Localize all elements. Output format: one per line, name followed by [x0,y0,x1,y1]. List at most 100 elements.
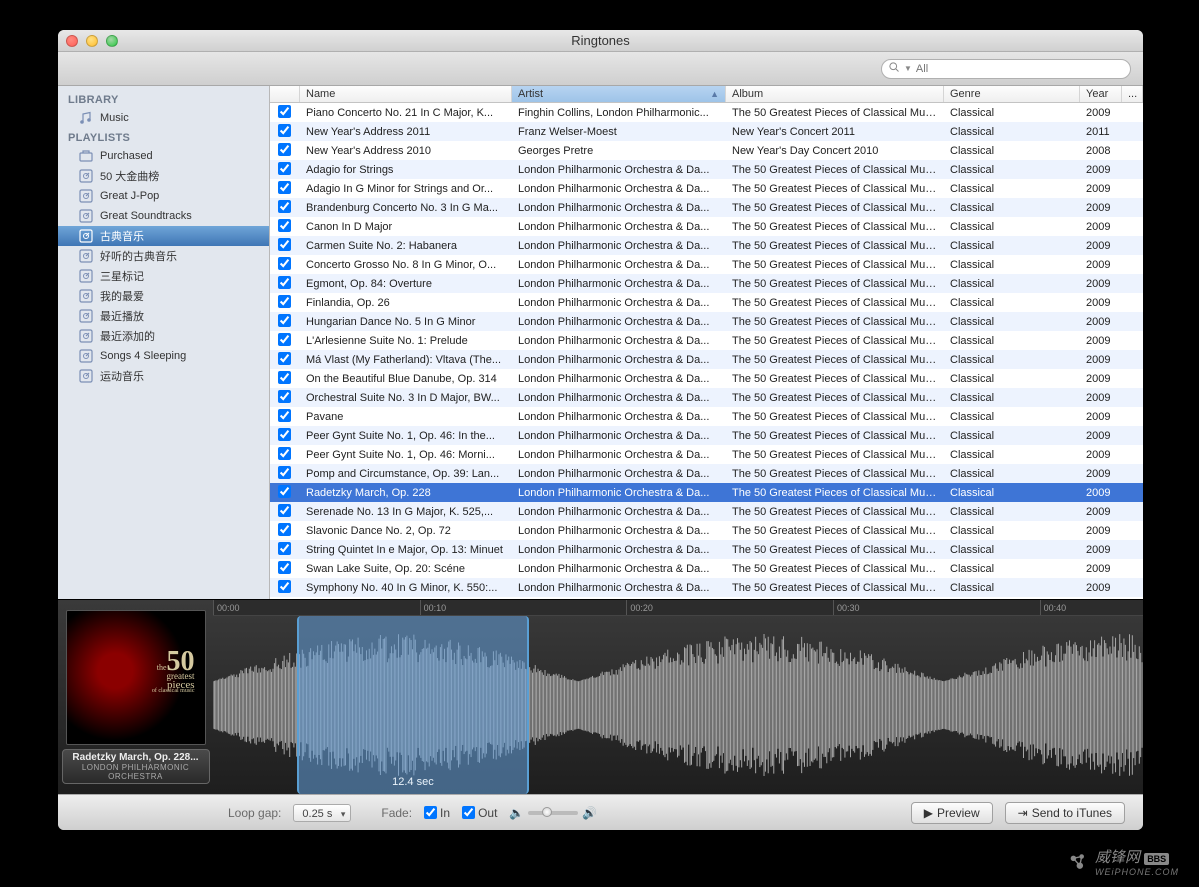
zoom-button[interactable] [106,35,118,47]
volume-control[interactable]: 🔈 🔊 [509,806,597,820]
table-row[interactable]: On the Beautiful Blue Danube, Op. 314Lon… [270,369,1143,388]
row-checkbox[interactable] [270,447,300,463]
row-checkbox[interactable] [270,162,300,178]
sidebar-item[interactable]: 50 大金曲榜 [58,166,269,186]
row-checkbox[interactable] [270,143,300,159]
row-checkbox[interactable] [270,295,300,311]
table-row[interactable]: PavaneLondon Philharmonic Orchestra & Da… [270,407,1143,426]
fade-in-checkbox[interactable]: In [424,806,450,820]
table-row[interactable]: New Year's Address 2010Georges PretreNew… [270,141,1143,160]
row-checkbox[interactable] [270,314,300,330]
row-checkbox[interactable] [270,219,300,235]
table-row[interactable]: String Quintet In e Major, Op. 13: Minue… [270,540,1143,559]
time-tick: 00:40 [1040,600,1067,615]
table-row[interactable]: L'Arlesienne Suite No. 1: PreludeLondon … [270,331,1143,350]
cell-album: The 50 Greatest Pieces of Classical Musi… [726,582,944,594]
column-genre[interactable]: Genre [944,86,1080,102]
cell-name: Orchestral Suite No. 3 In D Major, BW... [300,392,512,404]
send-to-itunes-button[interactable]: ⇥Send to iTunes [1005,802,1125,824]
sidebar-item[interactable]: Great J-Pop [58,186,269,206]
column-album[interactable]: Album [726,86,944,102]
table-row[interactable]: Má Vlast (My Fatherland): Vltava (The...… [270,350,1143,369]
row-checkbox[interactable] [270,504,300,520]
row-checkbox[interactable] [270,542,300,558]
sidebar-item[interactable]: Great Soundtracks [58,206,269,226]
table-row[interactable]: Hungarian Dance No. 5 In G MinorLondon P… [270,312,1143,331]
table-row[interactable]: Egmont, Op. 84: OvertureLondon Philharmo… [270,274,1143,293]
sidebar-item[interactable]: Purchased [58,146,269,166]
table-row[interactable]: Concerto Grosso No. 8 In G Minor, O...Lo… [270,255,1143,274]
sidebar-item[interactable]: 运动音乐 [58,366,269,386]
sidebar-item[interactable]: 最近添加的 [58,326,269,346]
column-name[interactable]: Name [300,86,512,102]
titlebar[interactable]: Ringtones [58,30,1143,52]
waveform-area[interactable]: 00:0000:1000:2000:3000:40 12.4 sec [213,600,1143,794]
cell-name: Concerto Grosso No. 8 In G Minor, O... [300,259,512,271]
loop-gap-select[interactable]: 0.25 s [293,804,351,822]
row-checkbox[interactable] [270,561,300,577]
cell-name: Canon In D Major [300,221,512,233]
search-input[interactable] [916,63,1124,75]
table-row[interactable]: Canon In D MajorLondon Philharmonic Orch… [270,217,1143,236]
sidebar-item[interactable]: 最近播放 [58,306,269,326]
minimize-button[interactable] [86,35,98,47]
volume-thumb[interactable] [542,807,552,817]
column-year[interactable]: Year [1080,86,1122,102]
row-checkbox[interactable] [270,409,300,425]
sidebar-item[interactable]: 三星标记 [58,266,269,286]
row-checkbox[interactable] [270,523,300,539]
row-checkbox[interactable] [270,485,300,501]
column-overflow[interactable]: ... [1122,86,1143,102]
row-checkbox[interactable] [270,238,300,254]
table-row[interactable]: Finlandia, Op. 26London Philharmonic Orc… [270,293,1143,312]
close-button[interactable] [66,35,78,47]
search-field[interactable]: ▼ [881,59,1131,79]
row-checkbox[interactable] [270,580,300,596]
table-row[interactable]: Adagio In G Minor for Strings and Or...L… [270,179,1143,198]
row-checkbox[interactable] [270,352,300,368]
row-checkbox[interactable] [270,276,300,292]
preview-button[interactable]: ▶Preview [911,802,993,824]
cell-genre: Classical [944,164,1080,176]
cell-year: 2009 [1080,563,1122,575]
album-artwork[interactable]: the50 greatest pieces of classical music [66,610,206,745]
row-checkbox[interactable] [270,124,300,140]
table-row[interactable]: Brandenburg Concerto No. 3 In G Ma...Lon… [270,198,1143,217]
sidebar-item[interactable]: 古典音乐 [58,226,269,246]
row-checkbox[interactable] [270,371,300,387]
table-row[interactable]: Symphony No. 40 In G Minor, K. 550:...Lo… [270,578,1143,597]
volume-slider[interactable] [528,811,578,815]
table-row[interactable]: Carmen Suite No. 2: HabaneraLondon Philh… [270,236,1143,255]
row-checkbox[interactable] [270,466,300,482]
sidebar-item[interactable]: Music [58,108,269,128]
table-row[interactable]: Peer Gynt Suite No. 1, Op. 46: Morni...L… [270,445,1143,464]
row-checkbox[interactable] [270,390,300,406]
fade-out-checkbox[interactable]: Out [462,806,497,820]
sidebar-item[interactable]: 好听的古典音乐 [58,246,269,266]
column-checkbox[interactable] [270,86,300,102]
cell-name: Má Vlast (My Fatherland): Vltava (The... [300,354,512,366]
table-row[interactable]: Piano Concerto No. 21 In C Major, K...Fi… [270,103,1143,122]
sidebar-item[interactable]: 我的最爱 [58,286,269,306]
sidebar-item[interactable]: Songs 4 Sleeping [58,346,269,366]
table-body[interactable]: Piano Concerto No. 21 In C Major, K...Fi… [270,103,1143,599]
playlist-icon [78,208,94,224]
row-checkbox[interactable] [270,428,300,444]
table-row[interactable]: Peer Gynt Suite No. 1, Op. 46: In the...… [270,426,1143,445]
row-checkbox[interactable] [270,333,300,349]
row-checkbox[interactable] [270,105,300,121]
row-checkbox[interactable] [270,181,300,197]
table-row[interactable]: New Year's Address 2011Franz Welser-Moes… [270,122,1143,141]
table-row[interactable]: Slavonic Dance No. 2, Op. 72London Philh… [270,521,1143,540]
table-row[interactable]: Radetzky March, Op. 228London Philharmon… [270,483,1143,502]
time-ruler[interactable]: 00:0000:1000:2000:3000:40 [213,600,1143,616]
table-row[interactable]: Serenade No. 13 In G Major, K. 525,...Lo… [270,502,1143,521]
table-row[interactable]: Pomp and Circumstance, Op. 39: Lan...Lon… [270,464,1143,483]
row-checkbox[interactable] [270,257,300,273]
waveform-selection[interactable]: 12.4 sec [297,616,530,794]
table-row[interactable]: Swan Lake Suite, Op. 20: ScéneLondon Phi… [270,559,1143,578]
row-checkbox[interactable] [270,200,300,216]
table-row[interactable]: Orchestral Suite No. 3 In D Major, BW...… [270,388,1143,407]
table-row[interactable]: Adagio for StringsLondon Philharmonic Or… [270,160,1143,179]
column-artist[interactable]: Artist▲ [512,86,726,102]
